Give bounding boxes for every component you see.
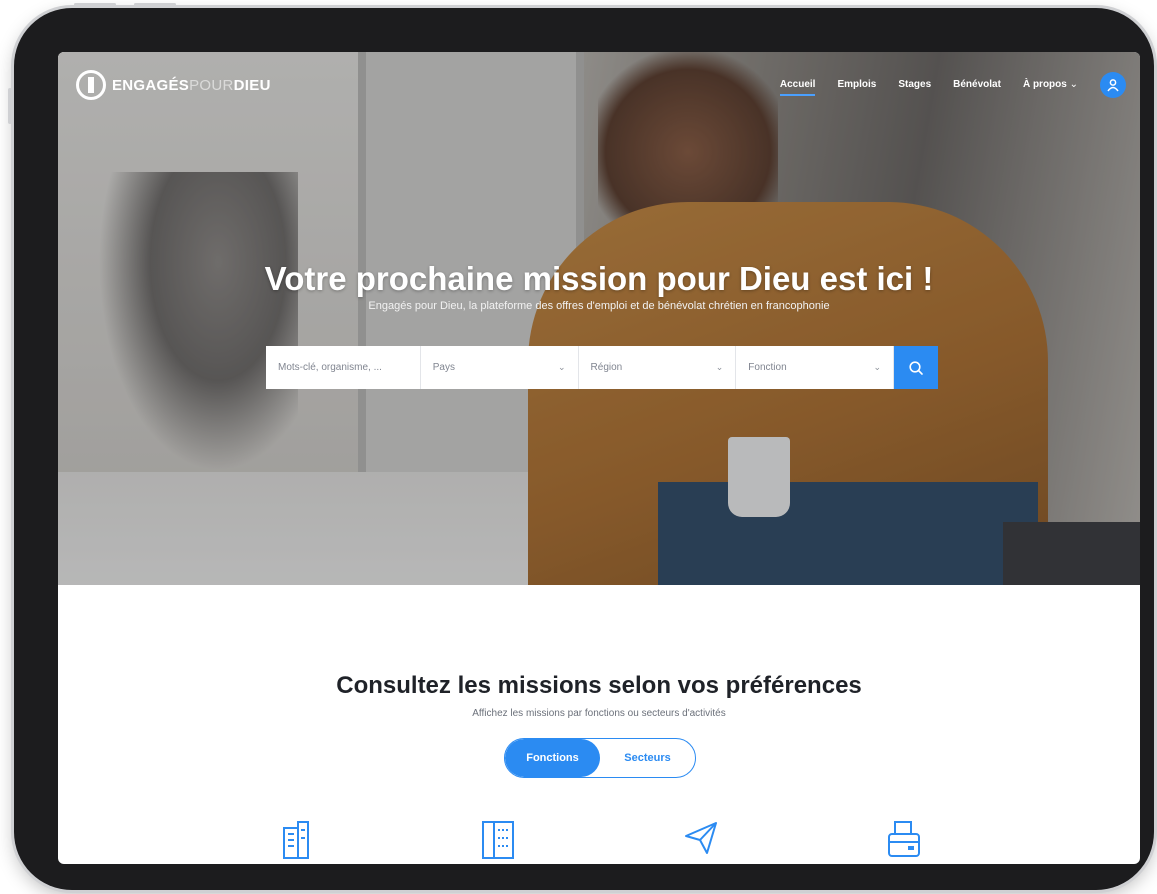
region-select[interactable]: Région ⌄	[578, 346, 737, 389]
keyword-input[interactable]: Mots-clé, organisme, ...	[266, 346, 421, 389]
nav-item-a-propos[interactable]: À propos ⌄	[1023, 79, 1078, 96]
category-printer[interactable]	[884, 820, 924, 864]
volume-button	[8, 88, 12, 124]
country-placeholder: Pays	[432, 362, 455, 373]
search-bar: Mots-clé, organisme, ... Pays ⌄ Région ⌄…	[266, 346, 938, 389]
nav-item-emplois[interactable]: Emplois	[837, 79, 876, 96]
hero-section: ENGAGÉSPOURDIEU Accueil Emplois Stages B…	[58, 52, 1140, 585]
chevron-down-icon: ⌄	[1069, 79, 1078, 90]
site-logo[interactable]: ENGAGÉSPOURDIEU	[76, 70, 271, 100]
function-placeholder: Fonction	[748, 362, 787, 373]
user-icon	[1107, 79, 1119, 92]
nav-item-a-propos-label: À propos	[1022, 79, 1067, 90]
printer-icon	[888, 821, 920, 857]
toggle-fonctions[interactable]: Fonctions	[505, 739, 600, 777]
paper-plane-icon	[685, 822, 717, 854]
screen: ENGAGÉSPOURDIEU Accueil Emplois Stages B…	[58, 52, 1140, 864]
hero-subtitle: Engagés pour Dieu, la plateforme des off…	[368, 300, 830, 312]
book-icon	[482, 821, 514, 859]
category-plane[interactable]	[681, 820, 721, 864]
logo-icon	[76, 70, 106, 100]
category-building[interactable]	[276, 820, 316, 864]
logo-word-engages: ENGAGÉS	[112, 76, 190, 94]
logo-text: ENGAGÉSPOURDIEU	[112, 77, 271, 94]
tablet-frame: ENGAGÉSPOURDIEU Accueil Emplois Stages B…	[8, 3, 1154, 890]
main-menu: Accueil Emplois Stages Bénévolat À propo…	[779, 79, 1078, 96]
category-book[interactable]	[478, 820, 518, 864]
view-toggle: Fonctions Secteurs	[504, 738, 696, 778]
section-subtitle: Affichez les missions par fonctions ou s…	[472, 708, 726, 719]
search-button[interactable]	[894, 346, 938, 389]
search-icon	[909, 360, 923, 375]
top-nav: ENGAGÉSPOURDIEU Accueil Emplois Stages B…	[58, 52, 1140, 116]
logo-word-pour: POUR	[189, 76, 234, 94]
nav-item-accueil[interactable]: Accueil	[779, 79, 816, 96]
user-account-button[interactable]	[1100, 72, 1126, 98]
toggle-secteurs[interactable]: Secteurs	[600, 739, 695, 777]
function-select[interactable]: Fonction ⌄	[736, 346, 895, 389]
keyword-placeholder: Mots-clé, organisme, ...	[278, 362, 382, 373]
nav-item-benevolat[interactable]: Bénévolat	[953, 79, 1001, 96]
chevron-down-icon: ⌄	[873, 362, 882, 372]
region-placeholder: Région	[590, 362, 623, 373]
chevron-down-icon: ⌄	[557, 362, 566, 372]
hero-overlay	[58, 52, 1140, 585]
logo-word-dieu: DIEU	[233, 76, 271, 94]
power-button	[74, 3, 116, 6]
country-select[interactable]: Pays ⌄	[420, 346, 579, 389]
building-icon	[283, 821, 309, 859]
nav-item-stages[interactable]: Stages	[898, 79, 931, 96]
hero-title: Votre prochaine mission pour Dieu est ic…	[264, 260, 934, 297]
section-title: Consultez les missions selon vos préfére…	[336, 672, 862, 699]
chevron-down-icon: ⌄	[715, 362, 724, 372]
top-button	[134, 3, 176, 6]
